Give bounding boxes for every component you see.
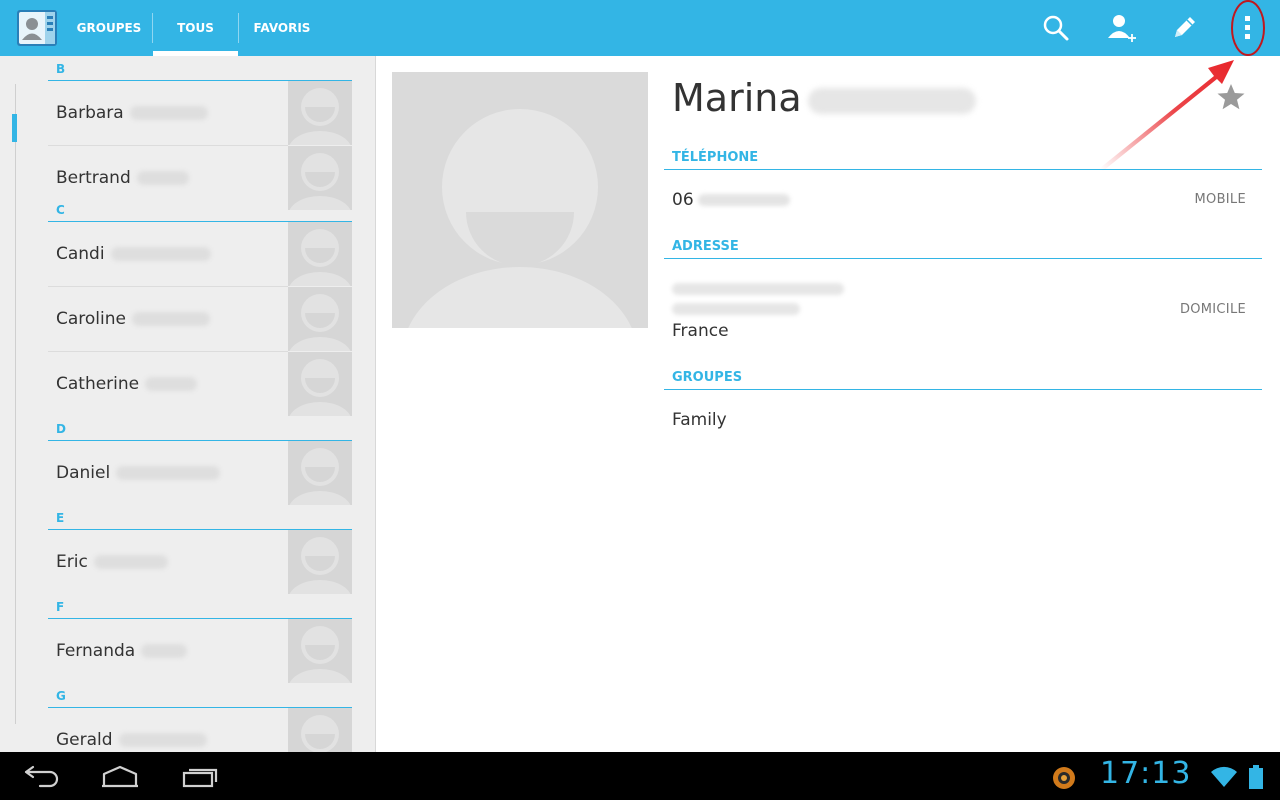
redacted-address-line	[672, 303, 800, 315]
edit-button[interactable]	[1162, 6, 1206, 50]
tab-groups-label: GROUPES	[76, 21, 142, 35]
action-bar: GROUPES TOUS FAVORIS	[0, 0, 1280, 56]
home-icon	[102, 765, 138, 788]
back-icon	[24, 765, 59, 788]
redacted-surname	[93, 555, 168, 569]
overflow-menu-icon	[1245, 16, 1250, 39]
search-icon	[1043, 15, 1069, 41]
contact-name: Daniel	[56, 463, 111, 483]
fast-scroll-track[interactable]	[15, 84, 16, 724]
phone-type: MOBILE	[1194, 192, 1246, 207]
tab-all-label: TOUS	[177, 21, 214, 35]
redacted-surname	[141, 644, 188, 658]
phone-section-header: TÉLÉPHONE	[664, 144, 1262, 170]
contact-row[interactable]: Fernanda	[48, 619, 352, 684]
contact-row[interactable]: Eric	[48, 530, 352, 595]
contact-photo-placeholder	[288, 441, 352, 505]
recent-apps-icon	[182, 768, 218, 788]
section-header-d: D	[48, 417, 352, 441]
contact-row[interactable]: Candi	[48, 222, 352, 287]
overflow-menu-button[interactable]	[1226, 6, 1270, 50]
contact-row[interactable]: Barbara	[48, 81, 352, 146]
contact-name: Barbara	[56, 103, 124, 123]
contact-first-name: Marina	[672, 76, 802, 120]
contact-list[interactable]: B Barbara Bertrand C Candi Caroline Cath…	[0, 56, 376, 752]
section-header-f: F	[48, 595, 352, 619]
redacted-surname	[116, 466, 221, 480]
contact-photo-placeholder	[288, 222, 352, 286]
contact-detail: Marina TÉLÉPHONE 06 MOBILE ADRESSE Franc…	[376, 56, 1280, 752]
redacted-surname	[110, 247, 211, 261]
contact-name: Eric	[56, 552, 88, 572]
tab-groups[interactable]: GROUPES	[66, 0, 152, 56]
recent-apps-button[interactable]	[168, 758, 232, 794]
contact-name: Catherine	[56, 374, 140, 394]
notification-app-icon[interactable]	[1052, 766, 1076, 794]
system-bar: 17:13	[0, 752, 1280, 800]
address-section-header: ADRESSE	[664, 233, 1262, 259]
battery-icon	[1248, 764, 1264, 794]
tab-favorites-label: FAVORIS	[253, 21, 311, 35]
status-clock: 17:13	[1100, 756, 1192, 791]
search-button[interactable]	[1034, 6, 1078, 50]
contact-row[interactable]: Catherine	[48, 352, 352, 417]
contact-photo-placeholder	[288, 708, 352, 752]
contact-row[interactable]: Caroline	[48, 287, 352, 352]
section-header-e: E	[48, 506, 352, 530]
star-icon	[1217, 84, 1245, 110]
contact-full-name: Marina	[672, 76, 976, 120]
tab-favorites[interactable]: FAVORIS	[239, 0, 325, 56]
contact-name: Caroline	[56, 309, 126, 329]
back-button[interactable]	[8, 758, 72, 794]
contact-photo-placeholder	[288, 352, 352, 416]
tab-all[interactable]: TOUS	[153, 0, 238, 56]
address-country: France	[672, 321, 729, 341]
section-header-g: G	[48, 684, 352, 708]
contact-name: Gerald	[56, 730, 113, 750]
phone-number[interactable]: 06	[672, 190, 790, 210]
address-type: DOMICILE	[1179, 302, 1246, 317]
favorite-star-button[interactable]	[1216, 82, 1246, 112]
home-button[interactable]	[88, 758, 152, 794]
redacted-surname	[131, 312, 210, 326]
redacted-surname	[118, 733, 207, 747]
contact-photo-placeholder	[288, 287, 352, 351]
edit-icon	[1175, 17, 1195, 37]
section-header-c: C	[48, 198, 352, 222]
contact-name: Candi	[56, 244, 105, 264]
group-value: Family	[672, 410, 727, 430]
contact-photo-large[interactable]	[392, 72, 648, 328]
contact-name: Bertrand	[56, 168, 131, 188]
redacted-address-line	[672, 283, 844, 295]
contact-name: Fernanda	[56, 641, 136, 661]
redacted-surname	[129, 106, 208, 120]
add-contact-button[interactable]	[1100, 6, 1144, 50]
contact-row[interactable]: Daniel	[48, 441, 352, 506]
add-contact-icon	[1108, 15, 1136, 42]
redacted-surname	[145, 377, 198, 391]
wifi-icon	[1210, 766, 1238, 792]
contact-photo-placeholder	[288, 530, 352, 594]
redacted-surname	[136, 171, 189, 185]
contacts-app-icon[interactable]	[14, 7, 60, 49]
contact-photo-placeholder	[288, 81, 352, 145]
redacted-phone	[697, 194, 790, 206]
contact-row[interactable]: Gerald	[48, 708, 352, 752]
fast-scroll-thumb[interactable]	[12, 114, 17, 142]
redacted-surname	[807, 87, 976, 114]
contact-photo-placeholder	[288, 619, 352, 683]
groups-section-header: GROUPES	[664, 364, 1262, 390]
section-header-b: B	[48, 57, 352, 81]
